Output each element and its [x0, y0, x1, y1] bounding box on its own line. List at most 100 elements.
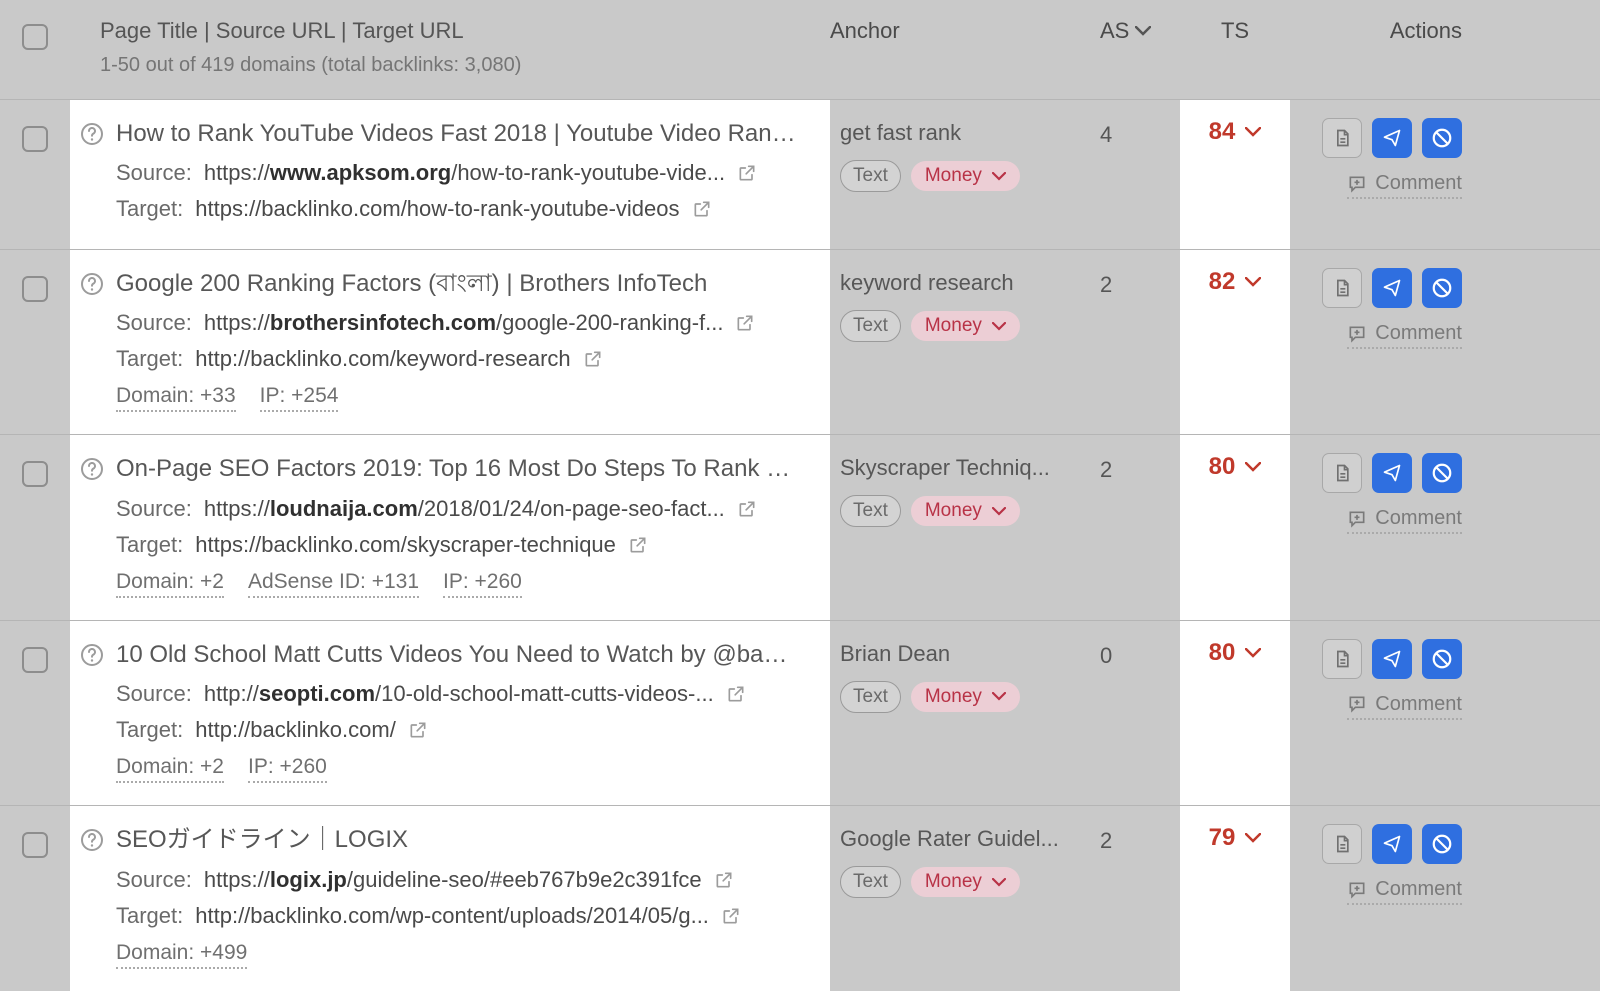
- target-url[interactable]: http://backlinko.com/: [195, 717, 396, 743]
- meta-item[interactable]: IP: +260: [248, 755, 327, 783]
- disavow-button[interactable]: [1422, 268, 1462, 308]
- badge-text[interactable]: Text: [840, 495, 901, 527]
- row-checkbox[interactable]: [22, 647, 48, 673]
- help-icon[interactable]: [80, 122, 104, 146]
- anchor-text: keyword research: [840, 270, 1084, 296]
- meta-item[interactable]: Domain: +499: [116, 941, 247, 969]
- external-link-icon[interactable]: [714, 870, 734, 890]
- ts-dropdown[interactable]: 84: [1209, 118, 1262, 146]
- target-label: Target:: [116, 717, 183, 743]
- row-meta: Domain: +2 IP: +260: [116, 755, 810, 783]
- external-link-icon[interactable]: [737, 163, 757, 183]
- disavow-button[interactable]: [1422, 118, 1462, 158]
- source-url[interactable]: https://logix.jp/guideline-seo/#eeb767b9…: [204, 867, 702, 893]
- badge-text[interactable]: Text: [840, 310, 901, 342]
- comment-button[interactable]: Comment: [1347, 693, 1462, 720]
- send-button[interactable]: [1372, 639, 1412, 679]
- meta-item[interactable]: IP: +254: [260, 384, 339, 412]
- comment-button[interactable]: Comment: [1347, 507, 1462, 534]
- external-link-icon[interactable]: [735, 313, 755, 333]
- page-title[interactable]: Google 200 Ranking Factors (বাংলা) | Bro…: [116, 268, 707, 300]
- export-button[interactable]: [1322, 268, 1362, 308]
- cell-as: 0: [1100, 621, 1180, 805]
- anchor-text: Google Rater Guidel...: [840, 826, 1084, 852]
- cell-anchor: Skyscraper Techniq... Text Money: [830, 435, 1100, 619]
- target-url[interactable]: https://backlinko.com/skyscraper-techniq…: [195, 532, 616, 558]
- row-checkbox[interactable]: [22, 832, 48, 858]
- source-url[interactable]: http://seopti.com/10-old-school-matt-cut…: [204, 681, 714, 707]
- row-meta: Domain: +33 IP: +254: [116, 384, 810, 412]
- badge-money[interactable]: Money: [911, 161, 1020, 191]
- target-url[interactable]: http://backlinko.com/wp-content/uploads/…: [195, 903, 709, 929]
- send-button[interactable]: [1372, 118, 1412, 158]
- disavow-button[interactable]: [1422, 639, 1462, 679]
- source-url[interactable]: https://loudnaija.com/2018/01/24/on-page…: [204, 496, 725, 522]
- ts-value: 80: [1209, 639, 1236, 667]
- ts-dropdown[interactable]: 80: [1209, 639, 1262, 667]
- anchor-text: Skyscraper Techniq...: [840, 455, 1084, 481]
- external-link-icon[interactable]: [408, 720, 428, 740]
- cell-actions: Comment: [1290, 806, 1490, 990]
- cell-ts: 80: [1180, 435, 1290, 619]
- cell-page: How to Rank YouTube Videos Fast 2018 | Y…: [70, 100, 830, 249]
- select-all-checkbox[interactable]: [22, 24, 48, 50]
- disavow-button[interactable]: [1422, 453, 1462, 493]
- cell-page: Google 200 Ranking Factors (বাংলা) | Bro…: [70, 250, 830, 434]
- help-icon[interactable]: [80, 272, 104, 296]
- target-url[interactable]: https://backlinko.com/how-to-rank-youtub…: [195, 196, 679, 222]
- source-label: Source:: [116, 496, 192, 522]
- ts-dropdown[interactable]: 82: [1209, 268, 1262, 296]
- comment-button[interactable]: Comment: [1347, 322, 1462, 349]
- meta-item[interactable]: Domain: +2: [116, 570, 224, 598]
- comment-icon: [1347, 174, 1367, 194]
- export-button[interactable]: [1322, 639, 1362, 679]
- source-url[interactable]: https://www.apksom.org/how-to-rank-youtu…: [204, 160, 725, 186]
- external-link-icon[interactable]: [737, 499, 757, 519]
- cell-actions: Comment: [1290, 621, 1490, 805]
- meta-item[interactable]: Domain: +2: [116, 755, 224, 783]
- meta-item[interactable]: IP: +260: [443, 570, 522, 598]
- row-checkbox[interactable]: [22, 461, 48, 487]
- external-link-icon[interactable]: [583, 349, 603, 369]
- target-url[interactable]: http://backlinko.com/keyword-research: [195, 346, 570, 372]
- ts-dropdown[interactable]: 79: [1209, 824, 1262, 852]
- target-label: Target:: [116, 903, 183, 929]
- badge-text[interactable]: Text: [840, 160, 901, 192]
- badge-money[interactable]: Money: [911, 682, 1020, 712]
- help-icon[interactable]: [80, 457, 104, 481]
- send-button[interactable]: [1372, 268, 1412, 308]
- help-icon[interactable]: [80, 643, 104, 667]
- badge-text[interactable]: Text: [840, 681, 901, 713]
- export-button[interactable]: [1322, 453, 1362, 493]
- badge-money[interactable]: Money: [911, 496, 1020, 526]
- external-link-icon[interactable]: [721, 906, 741, 926]
- target-label: Target:: [116, 532, 183, 558]
- external-link-icon[interactable]: [726, 684, 746, 704]
- export-button[interactable]: [1322, 118, 1362, 158]
- send-button[interactable]: [1372, 824, 1412, 864]
- page-title[interactable]: On-Page SEO Factors 2019: Top 16 Most Do…: [116, 453, 796, 485]
- page-title[interactable]: SEOガイドライン｜LOGIX: [116, 824, 408, 856]
- row-checkbox[interactable]: [22, 276, 48, 302]
- comment-button[interactable]: Comment: [1347, 172, 1462, 199]
- page-title[interactable]: How to Rank YouTube Videos Fast 2018 | Y…: [116, 118, 796, 150]
- meta-item[interactable]: Domain: +33: [116, 384, 236, 412]
- badge-money[interactable]: Money: [911, 311, 1020, 341]
- badge-money[interactable]: Money: [911, 867, 1020, 897]
- badge-text[interactable]: Text: [840, 866, 901, 898]
- help-icon[interactable]: [80, 828, 104, 852]
- table-header: Page Title | Source URL | Target URL 1-5…: [0, 0, 1600, 99]
- col-as-sort[interactable]: AS: [1100, 18, 1180, 44]
- comment-button[interactable]: Comment: [1347, 878, 1462, 905]
- source-url[interactable]: https://brothersinfotech.com/google-200-…: [204, 310, 724, 336]
- disavow-button[interactable]: [1422, 824, 1462, 864]
- chevron-down-icon: [992, 692, 1006, 701]
- send-button[interactable]: [1372, 453, 1412, 493]
- row-checkbox[interactable]: [22, 126, 48, 152]
- ts-dropdown[interactable]: 80: [1209, 453, 1262, 481]
- external-link-icon[interactable]: [692, 199, 712, 219]
- page-title[interactable]: 10 Old School Matt Cutts Videos You Need…: [116, 639, 796, 671]
- external-link-icon[interactable]: [628, 535, 648, 555]
- export-button[interactable]: [1322, 824, 1362, 864]
- meta-item[interactable]: AdSense ID: +131: [248, 570, 419, 598]
